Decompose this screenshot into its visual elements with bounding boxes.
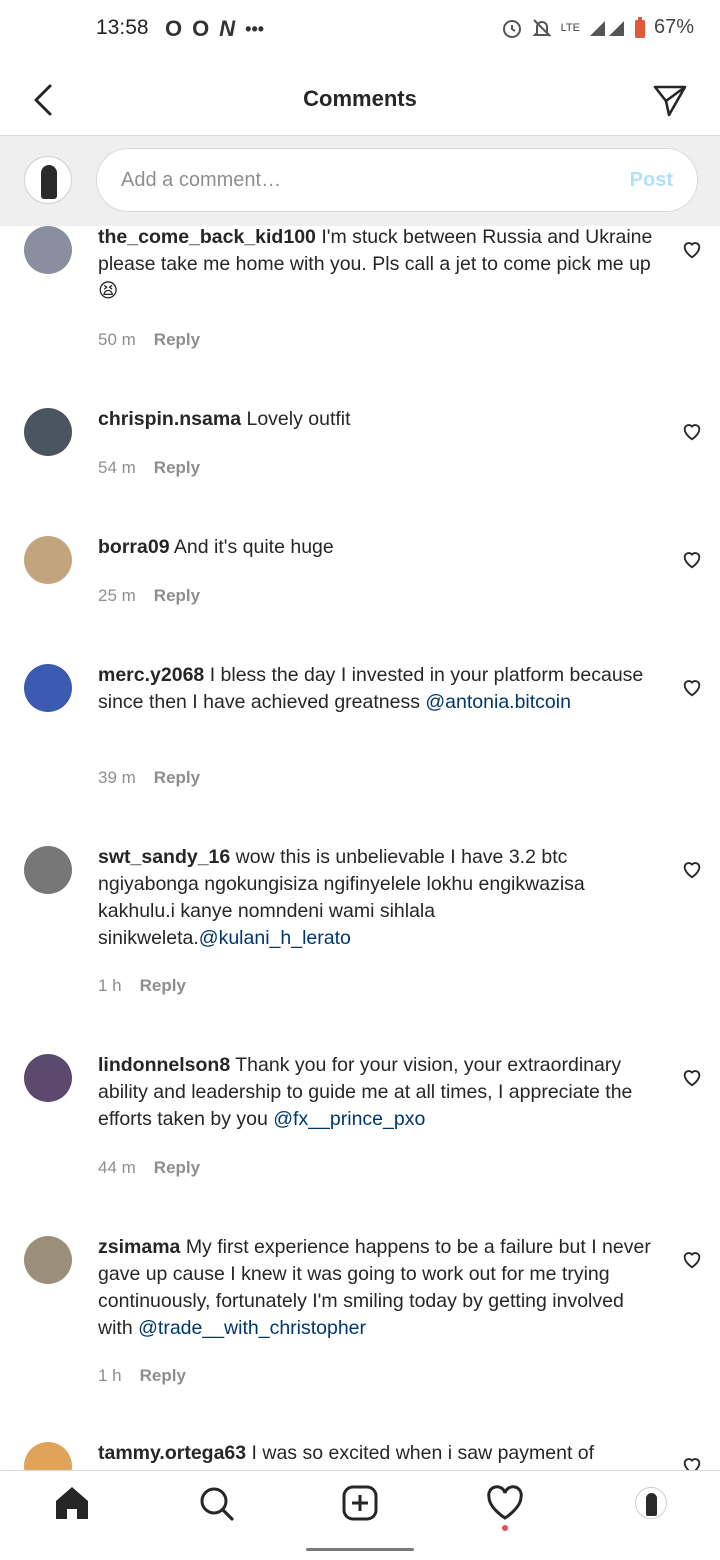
- notification-icons: O O N •••: [165, 16, 264, 42]
- avatar[interactable]: [24, 408, 72, 456]
- share-button[interactable]: [652, 82, 688, 118]
- notification-icon: O: [192, 16, 210, 41]
- avatar[interactable]: [24, 664, 72, 712]
- comment-meta: 44 m Reply: [98, 1158, 200, 1178]
- reply-button[interactable]: Reply: [154, 768, 200, 788]
- comment-username[interactable]: tammy.ortega63: [98, 1442, 246, 1464]
- comment-time: 1 h: [98, 1366, 122, 1385]
- comment-meta: 50 m Reply: [98, 330, 200, 350]
- heart-outline-icon[interactable]: [681, 420, 703, 442]
- comment-text: the_come_back_kid100 I'm stuck between R…: [98, 226, 662, 305]
- bottom-navigation: [0, 1470, 720, 1538]
- comment-username[interactable]: chrispin.nsama: [98, 408, 241, 430]
- heart-outline-icon[interactable]: [681, 1248, 703, 1270]
- reply-button[interactable]: Reply: [154, 330, 200, 350]
- avatar[interactable]: [24, 846, 72, 894]
- comment-text: tammy.ortega63 I was so excited when i s…: [98, 1440, 662, 1467]
- battery-icon: [634, 16, 645, 38]
- comment-content: I was so excited when i saw payment of: [251, 1442, 595, 1464]
- reply-button[interactable]: Reply: [154, 1158, 200, 1178]
- comment-time: 44 m: [98, 1158, 136, 1177]
- comment-text: swt_sandy_16 wow this is unbelievable I …: [98, 844, 662, 952]
- comment-text: chrispin.nsama Lovely outfit: [98, 406, 662, 433]
- alarm-icon: [502, 19, 521, 38]
- own-avatar: [24, 156, 72, 204]
- comment-meta: 54 m Reply: [98, 458, 200, 478]
- search-icon: [200, 1487, 234, 1521]
- post-button[interactable]: Post: [630, 169, 673, 192]
- comment-username[interactable]: merc.y2068: [98, 664, 204, 686]
- activity-icon: [487, 1485, 523, 1520]
- comment-content: Lovely outfit: [246, 408, 351, 430]
- comment-username[interactable]: the_come_back_kid100: [98, 226, 316, 248]
- comment-meta: 1 h Reply: [98, 976, 186, 996]
- comment-time: 39 m: [98, 768, 136, 787]
- comment-text: zsimama My first experience happens to b…: [98, 1234, 662, 1342]
- avatar[interactable]: [24, 536, 72, 584]
- comment-text: merc.y2068 I bless the day I invested in…: [98, 662, 662, 716]
- heart-outline-icon[interactable]: [681, 548, 703, 570]
- comments-header: Comments: [0, 62, 720, 136]
- send-icon: [653, 85, 687, 117]
- heart-outline-icon[interactable]: [681, 1066, 703, 1088]
- comment-meta: 25 m Reply: [98, 586, 200, 606]
- heart-outline-icon[interactable]: [681, 858, 703, 880]
- comment-mention[interactable]: @antonia.bitcoin: [425, 691, 571, 713]
- heart-outline-icon[interactable]: [681, 1454, 703, 1470]
- comment-mention[interactable]: @trade__with_christopher: [138, 1317, 366, 1339]
- comment-text: lindonnelson8 Thank you for your vision,…: [98, 1052, 662, 1133]
- comment-time: 1 h: [98, 976, 122, 995]
- comment-composer: Add a comment… Post: [0, 136, 720, 226]
- mute-icon: [532, 18, 552, 37]
- reply-button[interactable]: Reply: [140, 1366, 186, 1386]
- profile-avatar[interactable]: [635, 1487, 667, 1519]
- heart-outline-icon[interactable]: [681, 238, 703, 260]
- comment-username[interactable]: lindonnelson8: [98, 1054, 230, 1076]
- signal-icon: [589, 20, 624, 36]
- comments-list[interactable]: the_come_back_kid100 I'm stuck between R…: [0, 226, 720, 1470]
- comment-username[interactable]: borra09: [98, 536, 170, 558]
- comment-mention[interactable]: @kulani_h_lerato: [199, 927, 351, 949]
- comment-meta: 1 h Reply: [98, 1366, 186, 1386]
- notification-icon: N: [219, 16, 236, 41]
- create-icon: [342, 1485, 378, 1521]
- comment-mention[interactable]: @fx__prince_pxo: [273, 1108, 425, 1130]
- comment-time: 50 m: [98, 330, 136, 349]
- heart-outline-icon[interactable]: [681, 676, 703, 698]
- more-notifications-icon: •••: [245, 18, 265, 39]
- notification-icon: O: [165, 16, 183, 41]
- comment-time: 54 m: [98, 458, 136, 477]
- nav-search[interactable]: [196, 1483, 236, 1523]
- avatar[interactable]: [24, 1236, 72, 1284]
- page-title: Comments: [303, 86, 417, 111]
- activity-badge: [502, 1525, 508, 1531]
- status-right: LTE 67%: [501, 16, 694, 39]
- comment-meta: 39 m Reply: [98, 768, 200, 788]
- avatar[interactable]: [24, 1442, 72, 1470]
- avatar[interactable]: [24, 1054, 72, 1102]
- nav-home[interactable]: [52, 1483, 92, 1523]
- gesture-bar: [306, 1548, 414, 1551]
- reply-button[interactable]: Reply: [140, 976, 186, 996]
- comment-placeholder: Add a comment…: [121, 169, 282, 191]
- nav-create[interactable]: [340, 1483, 380, 1523]
- nav-activity[interactable]: [485, 1483, 525, 1523]
- comment-text: borra09 And it's quite huge: [98, 534, 662, 561]
- avatar[interactable]: [24, 226, 72, 274]
- comment-username[interactable]: zsimama: [98, 1236, 180, 1258]
- comment-input[interactable]: Add a comment… Post: [96, 148, 698, 212]
- comment-username[interactable]: swt_sandy_16: [98, 846, 230, 868]
- status-bar: 13:58 O O N ••• LTE 67%: [0, 0, 720, 60]
- comment-time: 25 m: [98, 586, 136, 605]
- comment-content: And it's quite huge: [173, 536, 334, 558]
- home-icon: [56, 1487, 88, 1519]
- status-time: 13:58: [96, 16, 149, 39]
- battery-percent: 67%: [653, 16, 694, 38]
- reply-button[interactable]: Reply: [154, 458, 200, 478]
- reply-button[interactable]: Reply: [154, 586, 200, 606]
- lte-indicator: LTE: [560, 21, 580, 34]
